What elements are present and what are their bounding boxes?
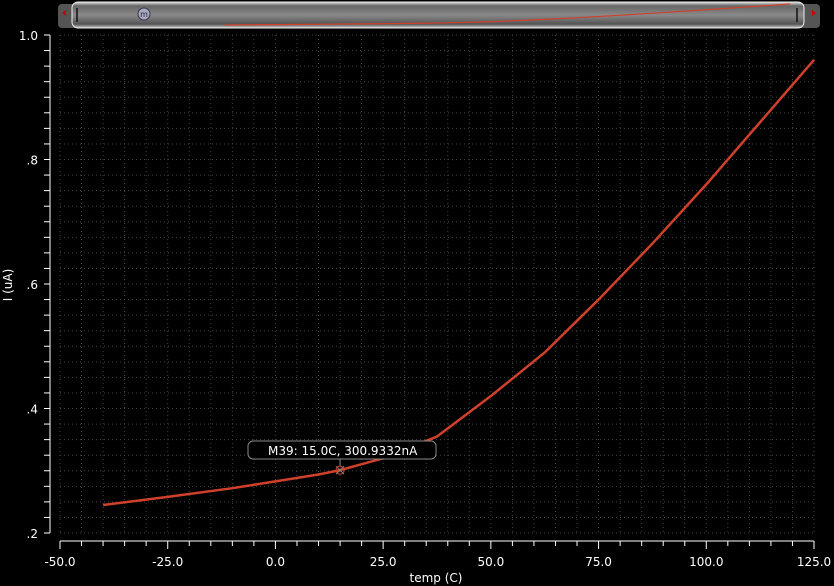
grid <box>59 34 815 534</box>
x-tick-label: 50.0 <box>477 555 504 569</box>
x-tick-label: 125.0 <box>797 555 831 569</box>
y-tick-label: .8 <box>27 154 38 168</box>
marker-m-letter: m <box>140 10 148 19</box>
x-tick-label: -50.0 <box>44 555 75 569</box>
x-tick-label: 100.0 <box>689 555 723 569</box>
y-tick-label: .2 <box>27 527 38 541</box>
y-tick-label: 1.0 <box>19 29 38 43</box>
y-axis-label: I (uA) <box>1 269 15 302</box>
y-tick-label: .6 <box>27 278 38 292</box>
overview-scrollbar[interactable]: m <box>58 1 820 29</box>
scrollbar-thumb[interactable] <box>71 1 805 29</box>
marker-label: M39: 15.0C, 300.9332nA <box>268 444 418 458</box>
x-tick-label: 25.0 <box>370 555 397 569</box>
chart: m -50.0 -25.0 0.0 25.0 50.0 75.0 100.0 125.0 .2.… <box>1 1 831 585</box>
y-tick-label: .4 <box>27 403 38 417</box>
x-tick-label: 0.0 <box>266 555 285 569</box>
x-axis-label: temp (C) <box>410 571 463 585</box>
x-tick-label: 75.0 <box>585 555 612 569</box>
axes: -50.0 -25.0 0.0 25.0 50.0 75.0 100.0 125.0 .2 .4.… <box>19 29 831 569</box>
x-tick-label: -25.0 <box>152 555 183 569</box>
series-line <box>102 59 815 507</box>
